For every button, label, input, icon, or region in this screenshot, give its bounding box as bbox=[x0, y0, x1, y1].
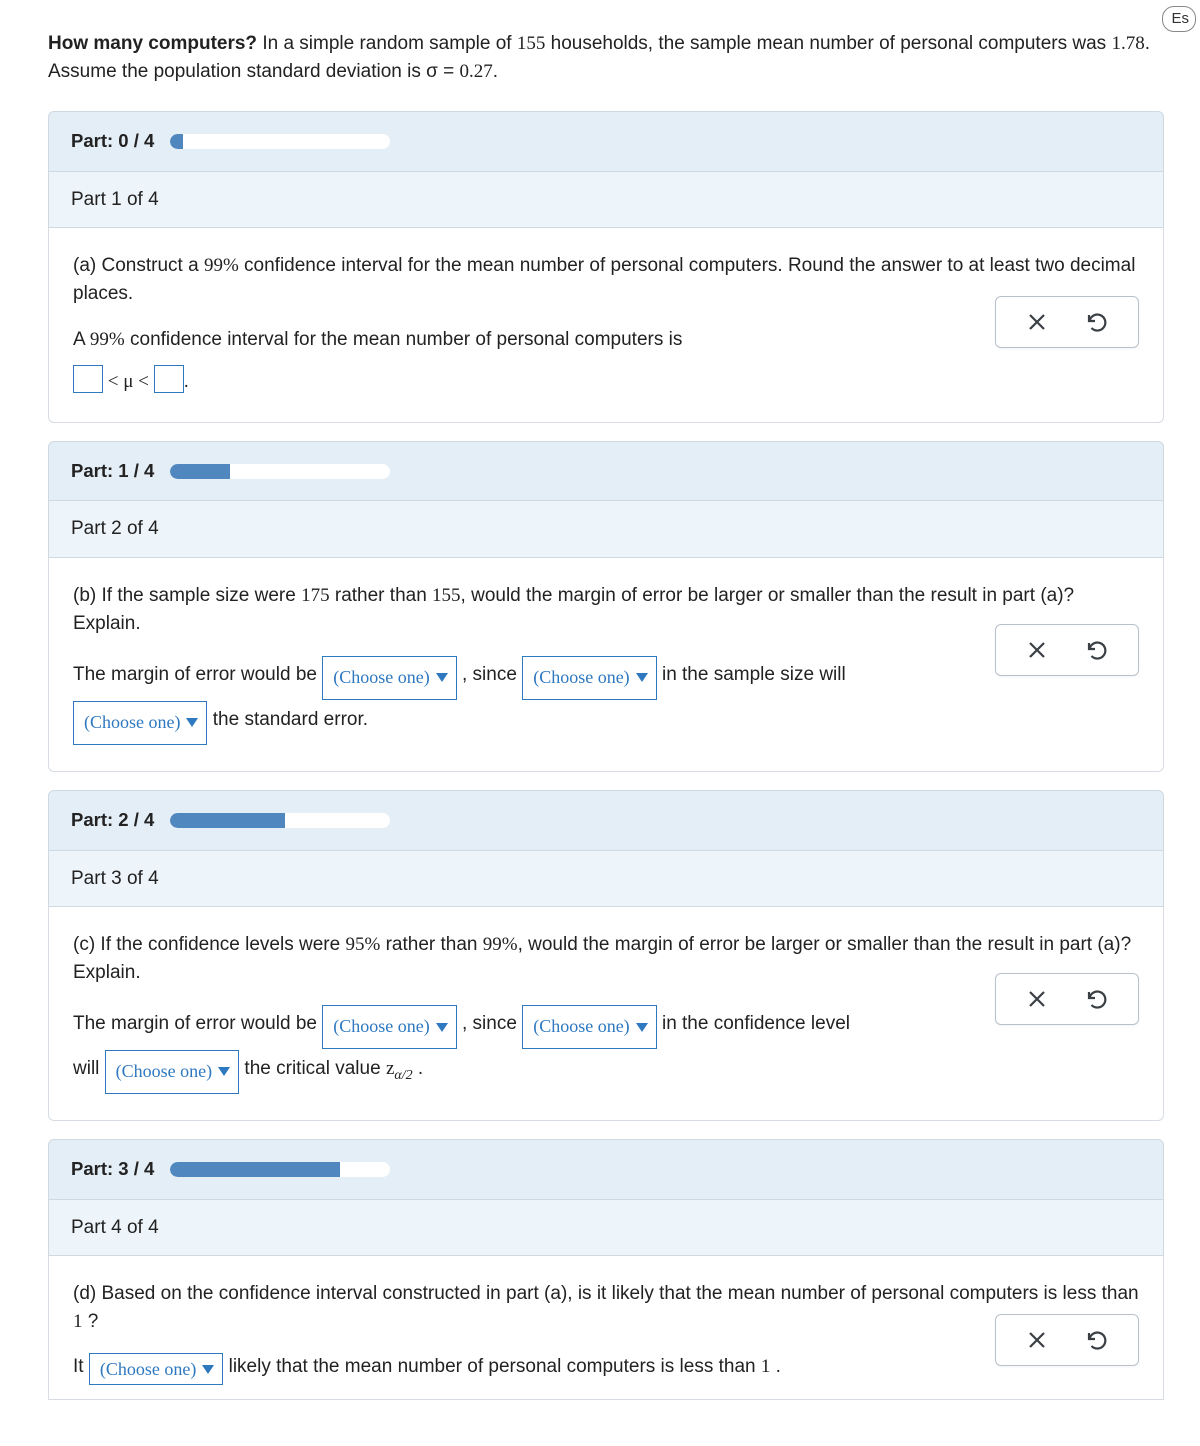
part-2-question: (b) If the sample size were 175 rather t… bbox=[73, 582, 1139, 637]
progress-fill bbox=[170, 464, 229, 479]
progress-1: Part: 1 / 4 bbox=[48, 441, 1164, 502]
progress-label: Part: 2 / 4 bbox=[71, 807, 154, 834]
part-3-panel: (c) If the confidence levels were 95% ra… bbox=[48, 907, 1164, 1121]
progress-track bbox=[170, 1162, 390, 1177]
choose-since[interactable]: (Choose one) bbox=[522, 1005, 656, 1049]
progress-label: Part: 0 / 4 bbox=[71, 128, 154, 155]
part-2-panel: (b) If the sample size were 175 rather t… bbox=[48, 558, 1164, 772]
chevron-down-icon bbox=[436, 1023, 448, 1032]
part-1-question: (a) Construct a 99% confidence interval … bbox=[73, 252, 1139, 307]
progress-label: Part: 1 / 4 bbox=[71, 458, 154, 485]
part-1-interval: < μ < . bbox=[73, 365, 1139, 396]
clear-button[interactable] bbox=[1024, 309, 1050, 335]
chevron-down-icon bbox=[636, 1023, 648, 1032]
intro-text: In a simple random sample of bbox=[262, 33, 517, 54]
clear-button[interactable] bbox=[1024, 986, 1050, 1012]
lower-bound-input[interactable] bbox=[73, 365, 103, 393]
part-1-answer-lead: A 99% confidence interval for the mean n… bbox=[73, 326, 1139, 354]
undo-icon bbox=[1085, 638, 1109, 662]
x-icon bbox=[1025, 310, 1049, 334]
progress-track bbox=[170, 813, 390, 828]
x-icon bbox=[1025, 987, 1049, 1011]
reset-button[interactable] bbox=[1084, 637, 1110, 663]
reset-button[interactable] bbox=[1084, 309, 1110, 335]
progress-fill bbox=[170, 813, 284, 828]
part-2-sentence: The margin of error would be (Choose one… bbox=[73, 655, 853, 745]
choose-since[interactable]: (Choose one) bbox=[522, 656, 656, 700]
progress-0: Part: 0 / 4 bbox=[48, 111, 1164, 172]
chevron-down-icon bbox=[636, 673, 648, 682]
intro-title: How many computers? bbox=[48, 33, 257, 54]
part-3-toolbox bbox=[995, 973, 1139, 1025]
progress-track bbox=[170, 464, 390, 479]
part-4-toolbox bbox=[995, 1314, 1139, 1366]
chevron-down-icon bbox=[436, 673, 448, 682]
choose-margin-dir[interactable]: (Choose one) bbox=[322, 1005, 456, 1049]
part-4-header: Part 4 of 4 bbox=[48, 1200, 1164, 1257]
part-4-question: (d) Based on the confidence interval con… bbox=[73, 1280, 1139, 1335]
progress-label: Part: 3 / 4 bbox=[71, 1156, 154, 1183]
upper-bound-input[interactable] bbox=[154, 365, 184, 393]
choose-effect[interactable]: (Choose one) bbox=[73, 701, 207, 745]
choose-likely[interactable]: (Choose one) bbox=[89, 1353, 223, 1385]
undo-icon bbox=[1085, 987, 1109, 1011]
part-3-sentence: The margin of error would be (Choose one… bbox=[73, 1004, 853, 1094]
progress-track bbox=[170, 134, 390, 149]
choose-margin-dir[interactable]: (Choose one) bbox=[322, 656, 456, 700]
question-intro: How many computers? In a simple random s… bbox=[48, 30, 1164, 85]
pop-sd: 0.27 bbox=[460, 61, 493, 82]
clear-button[interactable] bbox=[1024, 637, 1050, 663]
reset-button[interactable] bbox=[1084, 1327, 1110, 1353]
x-icon bbox=[1025, 1328, 1049, 1352]
sample-size: 155 bbox=[517, 33, 546, 54]
undo-icon bbox=[1085, 1328, 1109, 1352]
undo-icon bbox=[1085, 310, 1109, 334]
progress-3: Part: 3 / 4 bbox=[48, 1139, 1164, 1200]
part-1-panel: (a) Construct a 99% confidence interval … bbox=[48, 228, 1164, 422]
chevron-down-icon bbox=[202, 1365, 214, 1374]
sample-mean: 1.78 bbox=[1111, 33, 1144, 54]
chevron-down-icon bbox=[218, 1067, 230, 1076]
part-4-sentence: It (Choose one) likely that the mean num… bbox=[73, 1353, 923, 1385]
part-2-toolbox bbox=[995, 624, 1139, 676]
chevron-down-icon bbox=[186, 718, 198, 727]
reset-button[interactable] bbox=[1084, 986, 1110, 1012]
z-critical: zα/2 bbox=[386, 1058, 413, 1079]
part-2-header: Part 2 of 4 bbox=[48, 501, 1164, 558]
part-4-panel: (d) Based on the confidence interval con… bbox=[48, 1256, 1164, 1400]
language-badge[interactable]: Es bbox=[1162, 6, 1196, 32]
clear-button[interactable] bbox=[1024, 1327, 1050, 1353]
x-icon bbox=[1025, 638, 1049, 662]
part-1-header: Part 1 of 4 bbox=[48, 172, 1164, 229]
part-3-header: Part 3 of 4 bbox=[48, 851, 1164, 908]
choose-effect[interactable]: (Choose one) bbox=[105, 1050, 239, 1094]
part-1-toolbox bbox=[995, 296, 1139, 348]
part-3-question: (c) If the confidence levels were 95% ra… bbox=[73, 931, 1139, 986]
progress-2: Part: 2 / 4 bbox=[48, 790, 1164, 851]
progress-fill bbox=[170, 134, 183, 149]
progress-fill bbox=[170, 1162, 339, 1177]
